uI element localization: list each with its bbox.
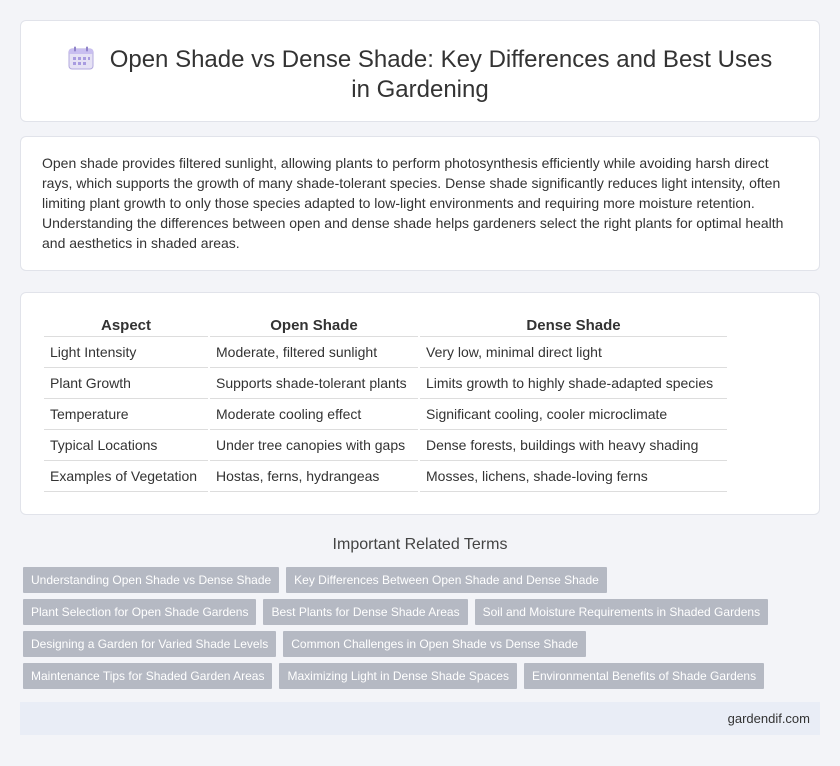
comparison-card: Aspect Open Shade Dense Shade Light Inte… (20, 292, 820, 515)
table-cell: Plant Growth (44, 368, 208, 399)
table-cell: Under tree canopies with gaps (210, 430, 418, 461)
table-cell: Significant cooling, cooler microclimate (420, 399, 727, 430)
related-term-link[interactable]: Soil and Moisture Requirements in Shaded… (474, 599, 769, 625)
table-cell: Very low, minimal direct light (420, 337, 727, 368)
title-card: Open Shade vs Dense Shade: Key Differenc… (20, 20, 820, 122)
table-cell: Mosses, lichens, shade-loving ferns (420, 461, 727, 492)
related-term-link[interactable]: Designing a Garden for Varied Shade Leve… (23, 631, 277, 657)
table-cell: Limits growth to highly shade-adapted sp… (420, 368, 727, 399)
related-term-link[interactable]: Maintenance Tips for Shaded Garden Areas (23, 663, 273, 689)
column-header-dense-shade: Dense Shade (420, 315, 727, 337)
related-term-link[interactable]: Common Challenges in Open Shade vs Dense… (283, 631, 587, 657)
table-cell: Light Intensity (44, 337, 208, 368)
related-term-link[interactable]: Maximizing Light in Dense Shade Spaces (279, 663, 517, 689)
related-term-link[interactable]: Environmental Benefits of Shade Gardens (523, 663, 765, 689)
footer-bar: gardendif.com (20, 702, 820, 735)
footer-site-link[interactable]: gardendif.com (728, 711, 810, 726)
column-header-open-shade: Open Shade (210, 315, 418, 337)
column-header-aspect: Aspect (44, 315, 208, 337)
table-cell: Hostas, ferns, hydrangeas (210, 461, 418, 492)
intro-paragraph: Open shade provides filtered sunlight, a… (42, 155, 784, 251)
table-header-row: Aspect Open Shade Dense Shade (44, 315, 727, 337)
calendar-icon (68, 46, 94, 70)
table-cell: Dense forests, buildings with heavy shad… (420, 430, 727, 461)
related-term-link[interactable]: Key Differences Between Open Shade and D… (286, 567, 607, 593)
comparison-table: Aspect Open Shade Dense Shade Light Inte… (42, 315, 729, 492)
table-row: Light Intensity Moderate, filtered sunli… (44, 337, 727, 368)
table-row: Plant Growth Supports shade-tolerant pla… (44, 368, 727, 399)
table-cell: Moderate, filtered sunlight (210, 337, 418, 368)
page-title: Open Shade vs Dense Shade: Key Differenc… (109, 46, 773, 103)
table-row: Typical Locations Under tree canopies wi… (44, 430, 727, 461)
related-term-link[interactable]: Best Plants for Dense Shade Areas (263, 599, 468, 625)
table-cell: Moderate cooling effect (210, 399, 418, 430)
related-terms-heading: Important Related Terms (332, 536, 508, 553)
intro-card: Open shade provides filtered sunlight, a… (20, 136, 820, 271)
related-term-link[interactable]: Understanding Open Shade vs Dense Shade (23, 567, 280, 593)
table-cell: Supports shade-tolerant plants (210, 368, 418, 399)
table-cell: Temperature (44, 399, 208, 430)
table-row: Examples of Vegetation Hostas, ferns, hy… (44, 461, 727, 492)
table-row: Temperature Moderate cooling effect Sign… (44, 399, 727, 430)
related-terms-list: Understanding Open Shade vs Dense Shade … (23, 567, 813, 689)
page-title-wrap: Open Shade vs Dense Shade: Key Differenc… (61, 45, 779, 105)
table-cell: Examples of Vegetation (44, 461, 208, 492)
table-cell: Typical Locations (44, 430, 208, 461)
related-term-link[interactable]: Plant Selection for Open Shade Gardens (23, 599, 257, 625)
